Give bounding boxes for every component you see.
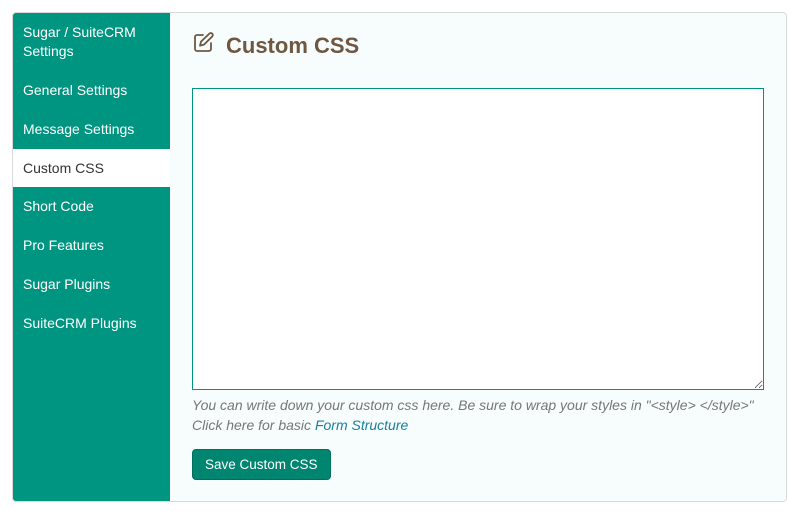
sidebar-item-suitecrm-plugins[interactable]: SuiteCRM Plugins: [13, 304, 170, 343]
sidebar-item-general-settings[interactable]: General Settings: [13, 71, 170, 110]
sidebar-item-pro-features[interactable]: Pro Features: [13, 226, 170, 265]
sidebar-item-label: General Settings: [23, 82, 127, 98]
sidebar-item-sugar-plugins[interactable]: Sugar Plugins: [13, 265, 170, 304]
sidebar-item-label: Sugar Plugins: [23, 276, 110, 292]
sidebar-item-message-settings[interactable]: Message Settings: [13, 110, 170, 149]
custom-css-textarea[interactable]: [192, 88, 764, 390]
content-area: Custom CSS You can write down your custo…: [170, 13, 786, 501]
form-structure-link[interactable]: Form Structure: [315, 417, 408, 433]
sidebar-item-label: Message Settings: [23, 121, 134, 137]
sidebar-item-sugar-suitecrm-settings[interactable]: Sugar / SuiteCRM Settings: [13, 13, 170, 71]
save-row: Save Custom CSS: [192, 449, 764, 480]
settings-panel: Sugar / SuiteCRM Settings General Settin…: [12, 12, 787, 502]
page-header: Custom CSS: [192, 31, 764, 60]
sidebar-item-label: Pro Features: [23, 237, 104, 253]
sidebar-item-label: SuiteCRM Plugins: [23, 315, 137, 331]
sidebar-item-label: Short Code: [23, 198, 94, 214]
settings-sidebar: Sugar / SuiteCRM Settings General Settin…: [13, 13, 170, 501]
help-text: You can write down your custom css here.…: [192, 396, 764, 435]
sidebar-item-label: Sugar / SuiteCRM Settings: [23, 24, 136, 59]
sidebar-item-custom-css[interactable]: Custom CSS: [13, 149, 170, 188]
save-custom-css-button[interactable]: Save Custom CSS: [192, 449, 331, 480]
sidebar-item-label: Custom CSS: [23, 160, 104, 176]
sidebar-item-short-code[interactable]: Short Code: [13, 187, 170, 226]
help-text-prefix: You can write down your custom css here.…: [192, 397, 754, 433]
edit-icon: [192, 31, 216, 60]
page-title: Custom CSS: [226, 33, 359, 59]
